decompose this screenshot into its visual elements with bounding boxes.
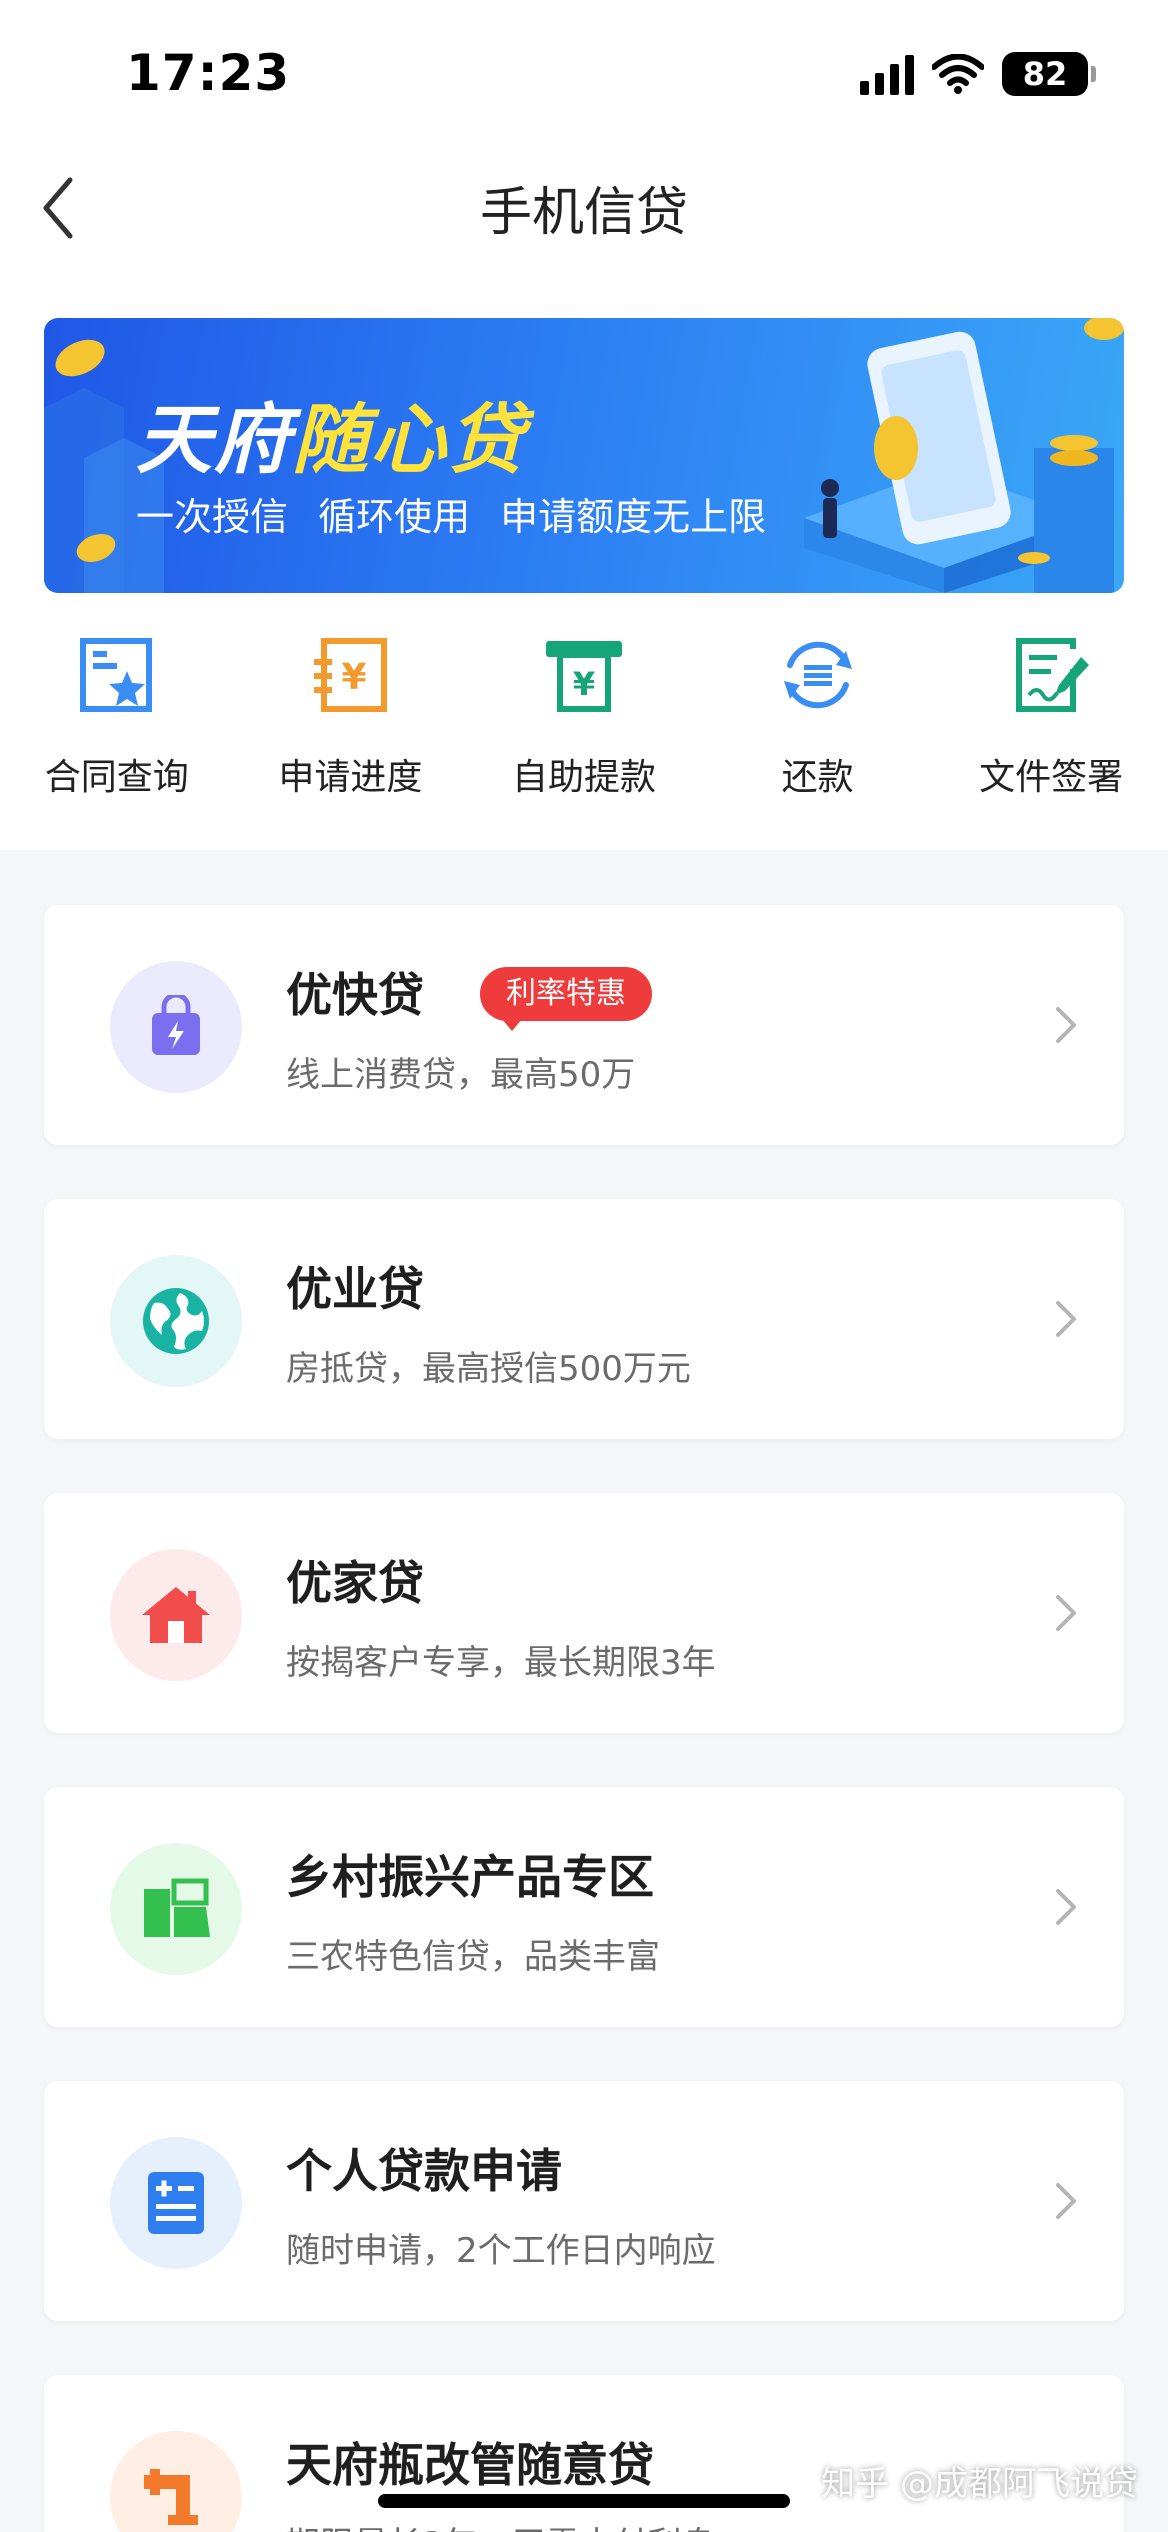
quick-label: 文件签署 [979,757,1124,798]
battery-level: 82 [1022,55,1068,93]
chevron-right-icon [1056,1007,1076,1043]
progress-icon: ¥ [305,630,395,720]
product-card-rural[interactable]: 乡村振兴产品专区 三农特色信贷，品类丰富 [44,1787,1124,2027]
banner-subtitle: 一次授信 循环使用 申请额度无上限 [136,495,767,539]
product-subtitle: 三农特色信贷，品类丰富 [286,1937,660,1977]
product-subtitle: 房抵贷，最高授信500万元 [286,1349,691,1389]
page-title: 手机信贷 [479,183,688,243]
blocks-icon [110,1843,242,1975]
quick-item-withdraw[interactable]: ¥ 自助提款 [467,630,701,810]
product-title: 优家贷 [286,1556,424,1610]
chevron-right-icon [1056,1301,1076,1337]
repay-icon [773,630,863,720]
pipe-icon [110,2431,242,2532]
chevron-right-icon [1056,1889,1076,1925]
product-subtitle: 随时申请，2个工作日内响应 [286,2231,716,2271]
product-card-youyedai[interactable]: 优业贷 房抵贷，最高授信500万元 [44,1199,1124,1439]
house-icon [110,1549,242,1681]
nav-bar: 手机信贷 [0,150,1168,265]
globe-icon [110,1255,242,1387]
chevron-right-icon [1056,2183,1076,2219]
product-title: 个人贷款申请 [286,2144,562,2198]
quick-item-progress[interactable]: ¥ 申请进度 [234,630,468,810]
promo-banner[interactable]: 天府随心贷 一次授信 循环使用 申请额度无上限 [44,318,1124,593]
home-indicator[interactable] [378,2494,790,2508]
battery-icon: 82 [1002,52,1096,96]
svg-text:¥: ¥ [573,665,595,703]
withdraw-icon: ¥ [539,630,629,720]
sign-icon [1006,630,1096,720]
product-subtitle: 线上消费贷，最高50万 [286,1055,636,1095]
banner-title: 天府随心贷 [136,395,526,484]
wifi-icon [932,54,984,94]
quick-menu: 合同查询 ¥ 申请进度 ¥ 自助提款 还款 文件签署 [0,630,1168,810]
svg-text:¥: ¥ [342,657,367,698]
product-card-personal-loan[interactable]: 个人贷款申请 随时申请，2个工作日内响应 [44,2081,1124,2321]
quick-item-sign[interactable]: 文件签署 [934,630,1168,810]
chevron-right-icon [1056,1595,1076,1631]
quick-label: 自助提款 [511,757,656,798]
product-subtitle: 按揭客户专享，最长期限3年 [286,1643,716,1683]
product-card-pipe-loan[interactable]: 天府瓶改管随意贷 期限最长3年，无需支付利息 [44,2375,1124,2532]
product-card-youjiadai[interactable]: 优家贷 按揭客户专享，最长期限3年 [44,1493,1124,1733]
product-title: 优快贷 [286,968,424,1022]
quick-label: 还款 [781,757,854,798]
quick-item-contract[interactable]: 合同查询 [0,630,234,810]
cellular-signal-icon [860,53,914,95]
form-icon [110,2137,242,2269]
status-icons: 82 [860,52,1096,96]
product-title: 优业贷 [286,1262,424,1316]
product-subtitle: 期限最长3年，无需支付利息 [286,2517,716,2532]
quick-label: 合同查询 [44,757,189,798]
contract-icon [72,630,162,720]
shopping-bag-icon [110,961,242,1093]
product-title: 乡村振兴产品专区 [286,1850,654,1904]
product-card-youkuaidai[interactable]: 优快贷 利率特惠 线上消费贷，最高50万 [44,905,1124,1145]
quick-label: 申请进度 [278,757,423,798]
product-title: 天府瓶改管随意贷 [286,2438,654,2492]
status-bar: 17:23 82 [0,0,1168,150]
watermark: 知乎 @成都阿飞说贷 [821,2464,1138,2504]
quick-item-repay[interactable]: 还款 [701,630,935,810]
promo-badge: 利率特惠 [480,967,652,1031]
status-time: 17:23 [126,44,291,102]
